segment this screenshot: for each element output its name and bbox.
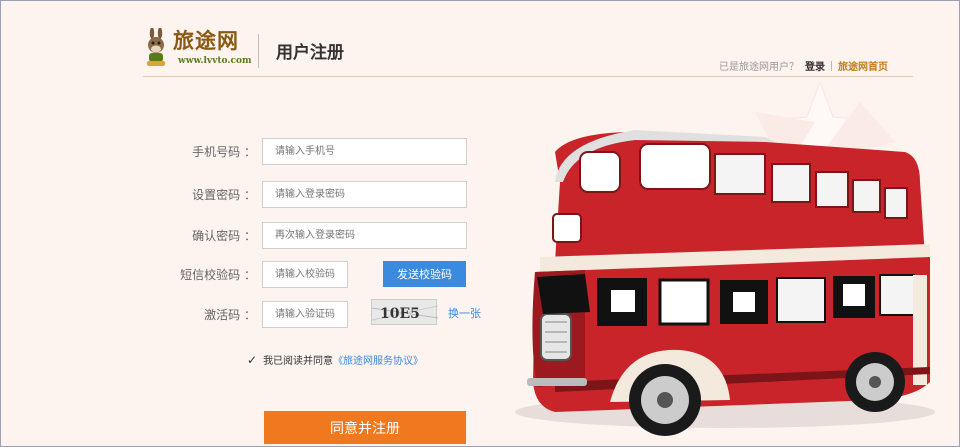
logo-url: www.lvvto.com	[178, 56, 252, 66]
password-label: 设置密码 ：	[192, 187, 256, 202]
agree-checkbox[interactable]: ✓	[247, 353, 257, 367]
send-sms-code-button[interactable]: 发送校验码	[383, 261, 466, 287]
activation-code-label: 激活码 ：	[204, 307, 256, 322]
header-rule	[143, 76, 913, 77]
sms-code-input[interactable]	[262, 260, 348, 288]
confirm-row: 确认密码 ：	[180, 221, 467, 249]
phone-label: 手机号码 ：	[192, 144, 256, 159]
top-links: 已是旅途网用户？ 登录 旅途网首页	[719, 58, 888, 73]
confirm-password-input[interactable]	[262, 221, 467, 249]
double-decker-bus-illustration	[515, 82, 935, 436]
captcha-image[interactable]: 10E5	[371, 299, 439, 325]
phone-input[interactable]	[262, 137, 467, 165]
login-link[interactable]: 登录	[805, 58, 825, 73]
home-link[interactable]: 旅途网首页	[838, 58, 888, 73]
sms-code-label: 短信校验码 ：	[180, 267, 256, 282]
sms-row: 短信校验码 ：	[180, 260, 348, 288]
service-agreement-link[interactable]: 《旅途网服务协议》	[333, 352, 423, 367]
agreement-row: ✓ 我已阅读并同意 《旅途网服务协议》	[247, 352, 423, 368]
link-separator	[831, 60, 832, 71]
password-row: 设置密码 ：	[180, 180, 467, 208]
activation-row: 激活码 ：	[180, 300, 348, 328]
donkey-mascot-icon	[147, 28, 165, 66]
confirm-password-label: 确认密码 ：	[192, 228, 256, 243]
site-logo[interactable]: 旅途网 www.lvvto.com	[143, 28, 252, 72]
header-divider	[258, 34, 259, 68]
logo-text: 旅途网	[173, 28, 239, 53]
existing-user-text: 已是旅途网用户？	[719, 62, 799, 73]
page-title: 用户注册	[276, 43, 344, 63]
agree-text: 我已阅读并同意	[263, 356, 334, 367]
captcha-text: 10E5	[380, 306, 420, 322]
refresh-captcha-link[interactable]: 换一张	[448, 305, 481, 321]
activation-code-input[interactable]	[262, 300, 348, 328]
password-input[interactable]	[262, 180, 467, 208]
phone-row: 手机号码 ：	[180, 137, 467, 165]
agree-register-button[interactable]: 同意并注册	[264, 411, 466, 444]
captcha-graphic: 10E5	[371, 305, 439, 322]
